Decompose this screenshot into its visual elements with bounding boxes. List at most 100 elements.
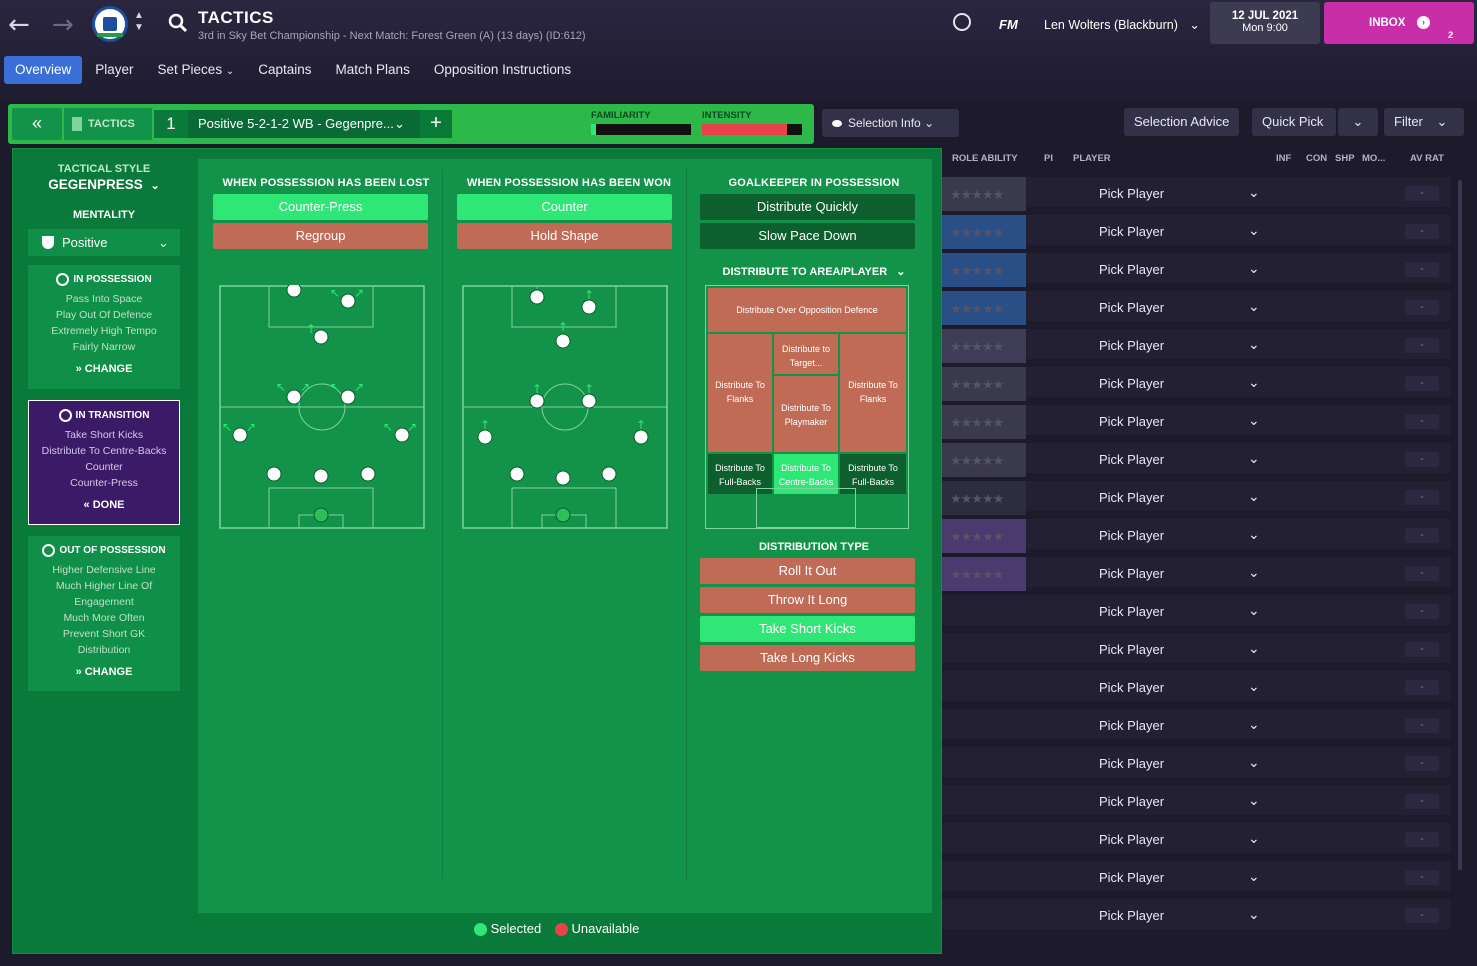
pick-player-label[interactable]: Pick Player [1099, 680, 1164, 695]
col-con[interactable]: CON [1306, 153, 1327, 164]
pick-player-label[interactable]: Pick Player [1099, 642, 1164, 657]
club-switch-chevron-icon[interactable]: ▲ ▼ [134, 10, 144, 34]
chevron-down-icon[interactable]: ⌄ [1248, 298, 1260, 315]
pick-player-label[interactable]: Pick Player [1099, 452, 1164, 467]
player-row[interactable]: ★★★★★ Pick Player ⌄ - [942, 177, 1450, 211]
in-transition-done-button[interactable]: « DONE [29, 499, 179, 511]
date-continue-button[interactable]: 12 JUL 2021 Mon 9:00 [1210, 2, 1320, 44]
add-tactic-button[interactable]: + [420, 110, 452, 138]
chevron-down-icon[interactable]: ⌄ [1248, 488, 1260, 505]
quick-pick-dropdown[interactable]: ⌄ [1338, 108, 1378, 136]
tab-player[interactable]: Player [84, 56, 144, 84]
globe-icon[interactable] [953, 13, 971, 31]
col-inf[interactable]: INF [1276, 153, 1291, 164]
in-possession-change-button[interactable]: » CHANGE [28, 363, 180, 375]
player-row[interactable]: Pick Player ⌄ - [942, 595, 1450, 629]
counter-option[interactable]: Counter [457, 194, 672, 220]
regroup-option[interactable]: Regroup [213, 223, 428, 249]
player-row[interactable]: Pick Player ⌄ - [942, 823, 1450, 857]
quick-pick-button[interactable]: Quick Pick [1252, 108, 1336, 136]
player-row[interactable]: ★★★★★ Pick Player ⌄ - [942, 329, 1450, 363]
chevron-down-icon[interactable]: ⌄ [1248, 336, 1260, 353]
col-shp[interactable]: SHP [1335, 153, 1355, 164]
pick-player-label[interactable]: Pick Player [1099, 756, 1164, 771]
pick-player-label[interactable]: Pick Player [1099, 718, 1164, 733]
slow-pace-down-option[interactable]: Slow Pace Down [700, 223, 915, 249]
player-row[interactable]: ★★★★★ Pick Player ⌄ - [942, 519, 1450, 553]
tactic-slot-number[interactable]: 1 [154, 110, 188, 138]
player-row[interactable]: Pick Player ⌄ - [942, 861, 1450, 895]
club-crest-icon[interactable] [92, 6, 128, 42]
pick-player-label[interactable]: Pick Player [1099, 414, 1164, 429]
inbox-button[interactable]: INBOX › 2 [1324, 2, 1474, 44]
distribute-area-select[interactable]: DISTRIBUTE TO AREA/PLAYER ⌄ [698, 265, 930, 278]
tactic-select[interactable]: Positive 5-2-1-2 WB - Gegenpre... ⌄ [188, 110, 420, 138]
pick-player-label[interactable]: Pick Player [1099, 870, 1164, 885]
player-row[interactable]: ★★★★★ Pick Player ⌄ - [942, 253, 1450, 287]
pick-player-label[interactable]: Pick Player [1099, 376, 1164, 391]
roll-it-out-option[interactable]: Roll It Out [700, 558, 915, 584]
tab-opposition-instructions[interactable]: Opposition Instructions [423, 56, 582, 84]
pick-player-label[interactable]: Pick Player [1099, 300, 1164, 315]
pick-player-label[interactable]: Pick Player [1099, 832, 1164, 847]
chevron-down-icon[interactable]: ⌄ [1248, 754, 1260, 771]
col-av-rat[interactable]: AV RAT [1410, 153, 1444, 164]
tab-captains[interactable]: Captains [247, 56, 322, 84]
tab-set-pieces[interactable]: Set Pieces ⌄ [147, 56, 246, 84]
player-row[interactable]: ★★★★★ Pick Player ⌄ - [942, 443, 1450, 477]
familiarity-bar[interactable] [591, 124, 691, 135]
col-pi[interactable]: PI [1044, 153, 1053, 164]
chevron-down-icon[interactable]: ⌄ [1248, 792, 1260, 809]
player-row[interactable]: ★★★★★ Pick Player ⌄ - [942, 291, 1450, 325]
mentality-select[interactable]: Positive ⌄ [28, 229, 180, 256]
pick-player-label[interactable]: Pick Player [1099, 604, 1164, 619]
pick-player-label[interactable]: Pick Player [1099, 566, 1164, 581]
throw-it-long-option[interactable]: Throw It Long [700, 587, 915, 613]
selection-info-button[interactable]: Selection Info ⌄ [822, 109, 959, 137]
chevron-down-icon[interactable]: ⌄ [1248, 222, 1260, 239]
out-of-possession-change-button[interactable]: » CHANGE [28, 666, 180, 678]
chevron-down-icon[interactable]: ⌄ [1248, 868, 1260, 885]
chevron-down-icon[interactable]: ⌄ [1248, 564, 1260, 581]
pick-player-label[interactable]: Pick Player [1099, 338, 1164, 353]
pick-player-label[interactable]: Pick Player [1099, 528, 1164, 543]
pick-player-label[interactable]: Pick Player [1099, 490, 1164, 505]
player-row[interactable]: ★★★★★ Pick Player ⌄ - [942, 557, 1450, 591]
in-transition-card[interactable]: IN TRANSITION Take Short Kicks Distribut… [28, 400, 180, 525]
chevron-down-icon[interactable]: ⌄ [1248, 602, 1260, 619]
pick-player-label[interactable]: Pick Player [1099, 794, 1164, 809]
distribute-quickly-option[interactable]: Distribute Quickly [700, 194, 915, 220]
pick-player-label[interactable]: Pick Player [1099, 262, 1164, 277]
player-row[interactable]: ★★★★★ Pick Player ⌄ - [942, 367, 1450, 401]
take-short-kicks-option[interactable]: Take Short Kicks [700, 616, 915, 642]
player-row[interactable]: Pick Player ⌄ - [942, 709, 1450, 743]
chevron-down-icon[interactable]: ⌄ [1248, 526, 1260, 543]
player-row[interactable]: Pick Player ⌄ - [942, 747, 1450, 781]
chevron-down-icon[interactable]: ⌄ [1248, 260, 1260, 277]
player-row[interactable]: Pick Player ⌄ - [942, 899, 1450, 933]
chevron-down-icon[interactable]: ⌄ [1248, 184, 1260, 201]
hold-shape-option[interactable]: Hold Shape [457, 223, 672, 249]
tab-overview[interactable]: Overview [4, 56, 83, 84]
search-icon[interactable] [168, 13, 188, 33]
filter-button[interactable]: Filter ⌄ [1384, 108, 1464, 136]
counter-press-option[interactable]: Counter-Press [213, 194, 428, 220]
out-of-possession-card[interactable]: OUT OF POSSESSION Higher Defensive Line … [28, 536, 180, 691]
col-player[interactable]: PLAYER [1073, 153, 1111, 164]
player-row[interactable]: Pick Player ⌄ - [942, 633, 1450, 667]
pick-player-label[interactable]: Pick Player [1099, 186, 1164, 201]
intensity-bar[interactable] [702, 124, 802, 135]
tab-match-plans[interactable]: Match Plans [325, 56, 421, 84]
take-long-kicks-option[interactable]: Take Long Kicks [700, 645, 915, 671]
col-morale[interactable]: MO... [1362, 153, 1385, 164]
chevron-down-icon[interactable]: ⌄ [1248, 716, 1260, 733]
fm-logo[interactable]: FM [999, 17, 1018, 32]
chevron-down-icon[interactable]: ⌄ [1248, 374, 1260, 391]
chevron-down-icon[interactable]: ⌄ [1248, 906, 1260, 923]
chevron-down-icon[interactable]: ⌄ [1248, 412, 1260, 429]
selection-advice-button[interactable]: Selection Advice [1124, 108, 1240, 136]
col-role-ability[interactable]: ROLE ABILITY [952, 153, 1018, 164]
tactical-style-select[interactable]: GEGENPRESS ⌄ [28, 177, 180, 192]
player-row[interactable]: ★★★★★ Pick Player ⌄ - [942, 215, 1450, 249]
player-row[interactable]: Pick Player ⌄ - [942, 785, 1450, 819]
